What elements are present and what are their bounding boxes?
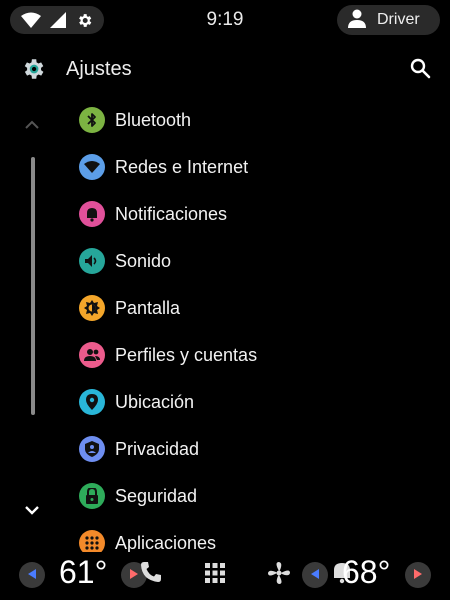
app-grid-icon[interactable] bbox=[205, 563, 225, 588]
bottom-system-bar: 61° 68° bbox=[0, 552, 450, 600]
left-temp-decrease-button[interactable] bbox=[19, 562, 45, 588]
settings-item-bluetooth[interactable]: Bluetooth bbox=[66, 97, 366, 143]
settings-screen: Bluetooth Redes e Internet Notificacione… bbox=[0, 0, 450, 600]
settings-item-label: Privacidad bbox=[115, 438, 200, 459]
volume-icon bbox=[79, 248, 105, 274]
settings-item-label: Redes e Internet bbox=[115, 156, 249, 177]
apps-grid-icon bbox=[79, 530, 105, 552]
settings-gear-icon bbox=[20, 56, 46, 87]
user-label: Driver bbox=[377, 11, 420, 28]
right-temp-increase-button[interactable] bbox=[405, 562, 431, 588]
settings-item-label: Notificaciones bbox=[115, 203, 228, 224]
wifi-icon bbox=[79, 154, 105, 180]
wifi-icon bbox=[20, 12, 41, 28]
caret-left-icon bbox=[311, 566, 319, 584]
caret-left-icon bbox=[28, 566, 36, 584]
scroll-down-chevron-icon[interactable] bbox=[23, 503, 41, 521]
settings-item-security[interactable]: Seguridad bbox=[66, 473, 366, 519]
brightness-icon bbox=[79, 295, 105, 321]
settings-item-label: Perfiles y cuentas bbox=[115, 344, 258, 365]
bell-icon bbox=[79, 201, 105, 227]
page-title: Ajustes bbox=[66, 58, 132, 80]
caret-right-icon bbox=[414, 566, 422, 584]
settings-list: Bluetooth Redes e Internet Notificacione… bbox=[0, 0, 450, 552]
settings-item-notifications[interactable]: Notificaciones bbox=[66, 191, 366, 237]
fan-icon[interactable] bbox=[266, 560, 292, 591]
right-temperature: 68° bbox=[342, 554, 391, 590]
person-icon bbox=[347, 8, 367, 33]
bluetooth-icon bbox=[79, 107, 105, 133]
scrollbar-thumb[interactable] bbox=[31, 157, 35, 415]
settings-item-sound[interactable]: Sonido bbox=[66, 238, 366, 284]
settings-item-apps[interactable]: Aplicaciones bbox=[66, 520, 366, 552]
status-icons-pill[interactable] bbox=[10, 6, 104, 34]
settings-item-location[interactable]: Ubicación bbox=[66, 379, 366, 425]
left-temperature: 61° bbox=[59, 554, 108, 590]
settings-item-label: Sonido bbox=[115, 250, 172, 271]
settings-item-network[interactable]: Redes e Internet bbox=[66, 144, 366, 190]
settings-item-profiles-accounts[interactable]: Perfiles y cuentas bbox=[66, 332, 366, 378]
lock-icon bbox=[79, 483, 105, 509]
settings-item-privacy[interactable]: Privacidad bbox=[66, 426, 366, 472]
phone-icon[interactable] bbox=[139, 560, 163, 589]
settings-item-label: Pantalla bbox=[115, 297, 181, 318]
location-pin-icon bbox=[79, 389, 105, 415]
settings-item-label: Ubicación bbox=[115, 391, 195, 412]
privacy-shield-icon bbox=[79, 436, 105, 462]
settings-item-label: Seguridad bbox=[115, 485, 198, 506]
settings-gear-icon bbox=[76, 12, 93, 29]
settings-item-label: Aplicaciones bbox=[115, 532, 217, 553]
settings-item-display[interactable]: Pantalla bbox=[66, 285, 366, 331]
people-icon bbox=[79, 342, 105, 368]
right-temp-decrease-button[interactable] bbox=[302, 562, 328, 588]
search-icon[interactable] bbox=[408, 56, 432, 85]
signal-icon bbox=[50, 12, 67, 28]
caret-right-icon bbox=[130, 566, 138, 584]
user-profile-button[interactable]: Driver bbox=[337, 5, 440, 35]
settings-item-label: Bluetooth bbox=[115, 109, 192, 130]
scroll-up-chevron-icon[interactable] bbox=[23, 118, 41, 136]
